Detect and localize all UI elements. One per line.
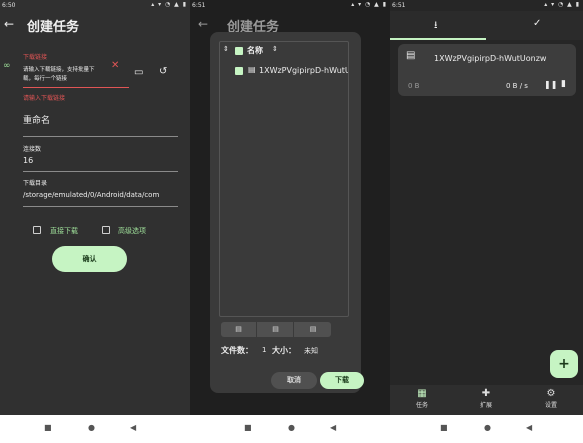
file-count-value: 1 — [262, 346, 267, 354]
file-icon: ▤ — [248, 65, 256, 74]
status-time: 6:50 — [2, 2, 16, 9]
connections-label: 连接数 — [23, 146, 42, 153]
sort-icon[interactable]: ⇕ — [272, 45, 278, 53]
extension-icon: ✚ — [481, 388, 491, 399]
bottom-nav: ▦ 任务 ✚ 扩展 ⚙ 设置 — [390, 385, 583, 415]
back-icon[interactable]: ◀ — [330, 423, 336, 432]
task-name: 1XWzPVgipirpD-hWutUonzw — [434, 54, 547, 63]
check-icon[interactable]: ✓ — [533, 18, 541, 29]
clear-icon[interactable]: ✕ — [111, 60, 119, 71]
back-arrow-icon: ← — [198, 17, 209, 31]
file-select-dialog: ⇕ 名称 ⇕ ▤ 1XWzPVgipirpD-hWutU ▤ ▤ ▤ 文件数： … — [210, 32, 364, 393]
download-dir-label: 下载目录 — [23, 180, 48, 187]
connections-input[interactable]: 16 — [23, 156, 33, 165]
status-time: 6:51 — [392, 2, 406, 9]
rename-underline — [23, 136, 178, 137]
file-name[interactable]: 1XWzPVgipirpD-hWutU — [259, 66, 348, 75]
back-icon[interactable]: ◀ — [526, 423, 532, 432]
add-icon[interactable]: + — [550, 350, 578, 378]
status-icons: ▴ ▾ ◔ ▲ ▮ — [151, 1, 187, 8]
task-card[interactable]: ▤ 1XWzPVgipirpD-hWutUonzw 0 B 0 B / s ❚❚… — [398, 44, 576, 96]
home-icon[interactable]: ● — [88, 423, 95, 432]
status-bar: 6:51 ▴ ▾ ◔ ▲ ▮ — [190, 0, 390, 11]
connections-underline — [23, 171, 178, 172]
nav-extensions-label: 扩展 — [479, 402, 492, 409]
page-title: 创建任务 — [27, 20, 80, 35]
download-dir-input[interactable]: /storage/emulated/0/Android/data/com — [23, 191, 180, 199]
status-icons: ▴ ▾ ◔ ▲ ▮ — [544, 1, 580, 8]
download-dir-underline — [23, 206, 178, 207]
confirm-button[interactable]: 确认 — [52, 246, 127, 272]
status-bar: 6:51 ▴ ▾ ◔ ▲ ▮ — [390, 0, 583, 11]
task-size: 0 B — [408, 82, 420, 90]
link-icon: ∞ — [3, 61, 11, 71]
file-icon: ▤ — [235, 325, 242, 333]
file-checkbox[interactable] — [235, 67, 243, 75]
task-speed: 0 B / s — [506, 82, 528, 90]
direct-download-checkbox[interactable] — [33, 226, 41, 234]
invert-selection-button[interactable]: ▤ — [258, 322, 294, 337]
deselect-all-button[interactable]: ▤ — [295, 322, 331, 337]
recents-icon[interactable]: ■ — [440, 423, 448, 432]
folder-icon[interactable]: ▭ — [134, 67, 143, 78]
file-icon: ▤ — [309, 325, 317, 333]
size-label: 大小： — [272, 346, 296, 355]
cancel-button[interactable]: 取消 — [271, 372, 317, 389]
file-icon: ▤ — [406, 50, 416, 61]
advanced-options-checkbox[interactable] — [102, 226, 110, 234]
file-list: ⇕ 名称 ⇕ ▤ 1XWzPVgipirpD-hWutU — [219, 41, 349, 317]
back-icon[interactable]: ◀ — [130, 423, 136, 432]
nav-tasks-label: 任务 — [415, 402, 428, 409]
download-button[interactable]: 下载 — [320, 372, 364, 389]
back-arrow-icon[interactable]: ← — [4, 17, 14, 31]
sort-icon[interactable]: ⇕ — [223, 45, 229, 53]
nav-tasks[interactable]: ▦ 任务 — [390, 385, 454, 415]
direct-download-label[interactable]: 直接下载 — [50, 226, 78, 236]
history-icon[interactable]: ↺ — [159, 66, 167, 77]
file-select-screen: 6:51 ▴ ▾ ◔ ▲ ▮ ← 创建任务 ⇕ 名称 ⇕ ▤ 1XWzPVgip… — [190, 0, 390, 415]
select-all-files-button[interactable]: ▤ — [221, 322, 257, 337]
download-icon[interactable]: ⭳ — [434, 18, 438, 35]
file-icon: ▤ — [272, 325, 279, 333]
home-icon[interactable]: ● — [288, 423, 295, 432]
status-time: 6:51 — [192, 2, 206, 9]
download-link-input[interactable]: 请输入下载链接，支持批量下载，每行一个链接 — [23, 66, 103, 84]
pause-icon[interactable]: ❚❚ — [544, 80, 557, 89]
tab-indicator — [390, 38, 486, 40]
nav-extensions[interactable]: ✚ 扩展 — [454, 385, 518, 415]
create-task-screen: 6:50 ▴ ▾ ◔ ▲ ▮ ← 创建任务 ∞ 下载链接 请输入下载链接，支持批… — [0, 0, 190, 415]
file-toolbar: ▤ ▤ ▤ — [221, 322, 331, 337]
nav-settings[interactable]: ⚙ 设置 — [519, 385, 583, 415]
link-underline — [23, 87, 129, 88]
system-nav-bar: ■ ● ◀ ■ ● ◀ ■ ● ◀ — [0, 415, 583, 443]
task-tabs: ⭳ ✓ — [390, 11, 583, 40]
task-list-screen: 6:51 ▴ ▾ ◔ ▲ ▮ ⭳ ✓ ▤ 1XWzPVgipirpD-hWutU… — [390, 0, 583, 415]
rename-input[interactable]: 重命名 — [23, 113, 50, 126]
settings-icon: ⚙ — [546, 388, 556, 399]
nav-settings-label: 设置 — [544, 402, 557, 409]
advanced-options-label[interactable]: 高级选项 — [118, 226, 146, 236]
size-value: 未知 — [304, 347, 318, 355]
recents-icon[interactable]: ■ — [44, 423, 52, 432]
file-count-label: 文件数： — [221, 346, 253, 355]
select-all-checkbox[interactable] — [235, 47, 243, 55]
name-header[interactable]: 名称 — [247, 45, 263, 56]
tasks-icon: ▦ — [417, 388, 427, 399]
download-link-error: 请输入下载链接 — [23, 95, 66, 102]
download-link-label: 下载链接 — [23, 54, 48, 61]
home-icon[interactable]: ● — [484, 423, 491, 432]
recents-icon[interactable]: ■ — [244, 423, 252, 432]
status-bar: 6:50 ▴ ▾ ◔ ▲ ▮ — [0, 0, 190, 11]
status-icons: ▴ ▾ ◔ ▲ ▮ — [351, 1, 387, 8]
delete-icon[interactable]: ▮ — [561, 79, 566, 89]
